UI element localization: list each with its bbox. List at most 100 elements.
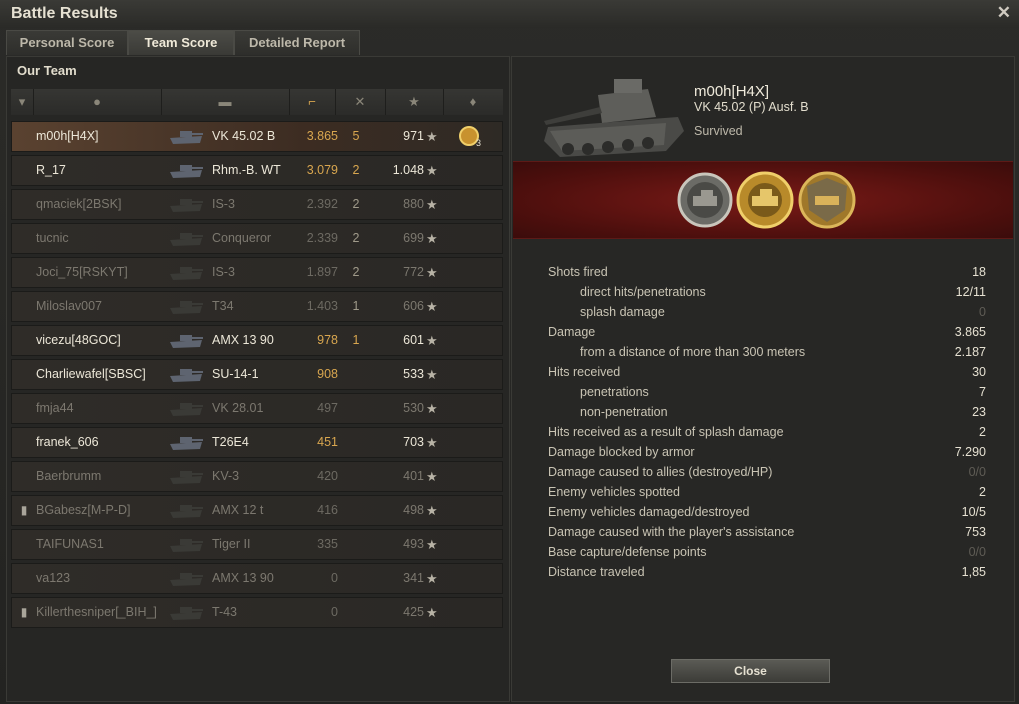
star-icon: ★: [426, 571, 438, 586]
battle-results-window: Battle Results ✕ Personal Score Team Sco…: [0, 0, 1019, 704]
stat-label: Shots fired: [548, 265, 608, 279]
stat-label: non-penetration: [580, 405, 668, 419]
damage-value: 908: [317, 367, 338, 381]
platoon-icon[interactable]: ▾: [11, 89, 34, 115]
stat-row: non-penetration 23: [548, 402, 986, 422]
stat-label: Damage caused with the player's assistan…: [548, 525, 795, 539]
player-name: m00h[H4X]: [36, 129, 99, 143]
vehicle-icon: [170, 505, 203, 518]
kills-icon[interactable]: ✕: [335, 89, 386, 115]
stat-value: 23: [972, 405, 986, 419]
stat-row: Base capture/defense points 0/0: [548, 542, 986, 562]
stat-value: 10/5: [961, 505, 986, 519]
player-icon[interactable]: ●: [33, 89, 162, 115]
player-name: Charliewafel[SBSC]: [36, 367, 146, 381]
table-row[interactable]: ▮ Killerthesniper[_BIH_] T-43 0 425 ★: [11, 597, 503, 628]
table-row[interactable]: vicezu[48GOC] AMX 13 90 978 1 601 ★: [11, 325, 503, 356]
table-row[interactable]: Joci_75[RSKYT] IS-3 1.897 2 772 ★: [11, 257, 503, 288]
table-row[interactable]: Charliewafel[SBSC] SU-14-1 908 533 ★: [11, 359, 503, 390]
player-vehicle: VK 45.02 (P) Ausf. B: [694, 100, 809, 114]
tab-personal-score[interactable]: Personal Score: [6, 30, 128, 55]
stat-row: Damage caused to allies (destroyed/HP) 0/…: [548, 462, 986, 482]
damage-value: 3.865: [306, 129, 338, 143]
vehicle-icon: [170, 471, 203, 484]
medal-ace-tanker-icon[interactable]: [735, 170, 795, 230]
table-row[interactable]: franek_606 T26E4 451 703 ★: [11, 427, 503, 458]
table-row[interactable]: ▮ BGabesz[M-P-D] AMX 12 t 416 498 ★: [11, 495, 503, 526]
stat-label: Hits received as a result of splash dama…: [548, 425, 784, 439]
xp-value: 493: [403, 537, 424, 551]
stat-label: penetrations: [580, 385, 649, 399]
medal-kolobanov-icon[interactable]: [675, 170, 735, 230]
kills-value: 1: [352, 299, 360, 313]
kills-value: 2: [352, 231, 360, 245]
close-icon[interactable]: ✕: [997, 3, 1011, 23]
close-button[interactable]: Close: [671, 659, 830, 683]
star-icon: ★: [426, 231, 438, 246]
xp-value: 425: [403, 605, 424, 619]
table-row[interactable]: va123 AMX 13 90 0 341 ★: [11, 563, 503, 594]
table-row[interactable]: fmja44 VK 28.01 497 530 ★: [11, 393, 503, 424]
tab-detailed-report[interactable]: Detailed Report: [234, 30, 360, 55]
team-title: Our Team: [17, 63, 77, 78]
kills-value: [346, 530, 366, 559]
stat-value: 2: [979, 485, 986, 499]
stat-row: Distance traveled 1,85: [548, 562, 986, 582]
table-row[interactable]: Miloslav007 T34 1.403 1 606 ★: [11, 291, 503, 322]
damage-value: 416: [317, 503, 338, 517]
medal-icon[interactable]: ♦: [443, 89, 503, 115]
xp-value: 401: [403, 469, 424, 483]
stat-label: direct hits/penetrations: [580, 285, 706, 299]
star-icon: ★: [426, 367, 438, 382]
table-row[interactable]: m00h[H4X] VK 45.02 B 3.865 5 971 ★ 3: [11, 121, 503, 152]
damage-value: 335: [317, 537, 338, 551]
stat-label: Enemy vehicles spotted: [548, 485, 681, 499]
tank-icon[interactable]: ▬: [161, 89, 290, 115]
player-name: va123: [36, 571, 71, 585]
xp-value: 533: [403, 367, 424, 381]
stat-row: Damage 3.865: [548, 322, 986, 342]
table-row[interactable]: qmaciek[2BSK] IS-3 2.392 2 880 ★: [11, 189, 503, 220]
stat-value: 2.187: [954, 345, 986, 359]
kills-value: 2: [352, 163, 360, 177]
xp-value: 971: [403, 129, 424, 143]
xp-value: 699: [403, 231, 424, 245]
stat-row: splash damage 0: [548, 302, 986, 322]
kills-value: [346, 462, 366, 491]
damage-value: 3.079: [306, 163, 338, 177]
star-icon: ★: [426, 163, 438, 178]
table-row[interactable]: TAIFUNAS1 Tiger II 335 493 ★: [11, 529, 503, 560]
stat-row: Damage blocked by armor 7.290: [548, 442, 986, 462]
damage-value: 978: [317, 333, 338, 347]
vehicle-icon: [170, 335, 203, 348]
medal-defender-icon[interactable]: [797, 170, 857, 230]
star-icon: ★: [426, 197, 438, 212]
stat-value: 3.865: [954, 325, 986, 339]
player-name: R_17: [36, 163, 66, 177]
achievement-medal-icon[interactable]: 3: [458, 122, 484, 151]
stat-row: Damage caused with the player's assistan…: [548, 522, 986, 542]
damage-value: 2.392: [306, 197, 338, 211]
player-name: m00h[H4X]: [694, 83, 770, 100]
stat-value: 1,85: [961, 565, 986, 579]
kills-value: 5: [352, 129, 360, 143]
vehicle-icon: [170, 369, 203, 382]
stat-label: Damage: [548, 325, 596, 339]
table-row[interactable]: R_17 Rhm.-B. WT 3.079 2 1.048 ★: [11, 155, 503, 186]
damage-value: 0: [331, 605, 338, 619]
kills-value: [346, 564, 366, 593]
damage-value: 1.403: [306, 299, 338, 313]
tab-team-score[interactable]: Team Score: [128, 30, 234, 55]
stat-label: splash damage: [580, 305, 665, 319]
table-row[interactable]: Baerbrumm KV-3 420 401 ★: [11, 461, 503, 492]
xp-star-icon[interactable]: ★: [385, 89, 444, 115]
stat-value: 0/0: [968, 465, 986, 479]
star-icon: ★: [426, 333, 438, 348]
vehicle-icon: [170, 573, 203, 586]
damage-icon[interactable]: ⌐: [289, 89, 336, 115]
table-row[interactable]: tucnic Conqueror 2.339 2 699 ★: [11, 223, 503, 254]
vehicle-icon: [170, 403, 203, 416]
damage-value: 451: [317, 435, 338, 449]
window-title: Battle Results: [11, 5, 118, 22]
stats-list: Shots fired 18 direct hits/penetrations 12/…: [548, 262, 986, 582]
